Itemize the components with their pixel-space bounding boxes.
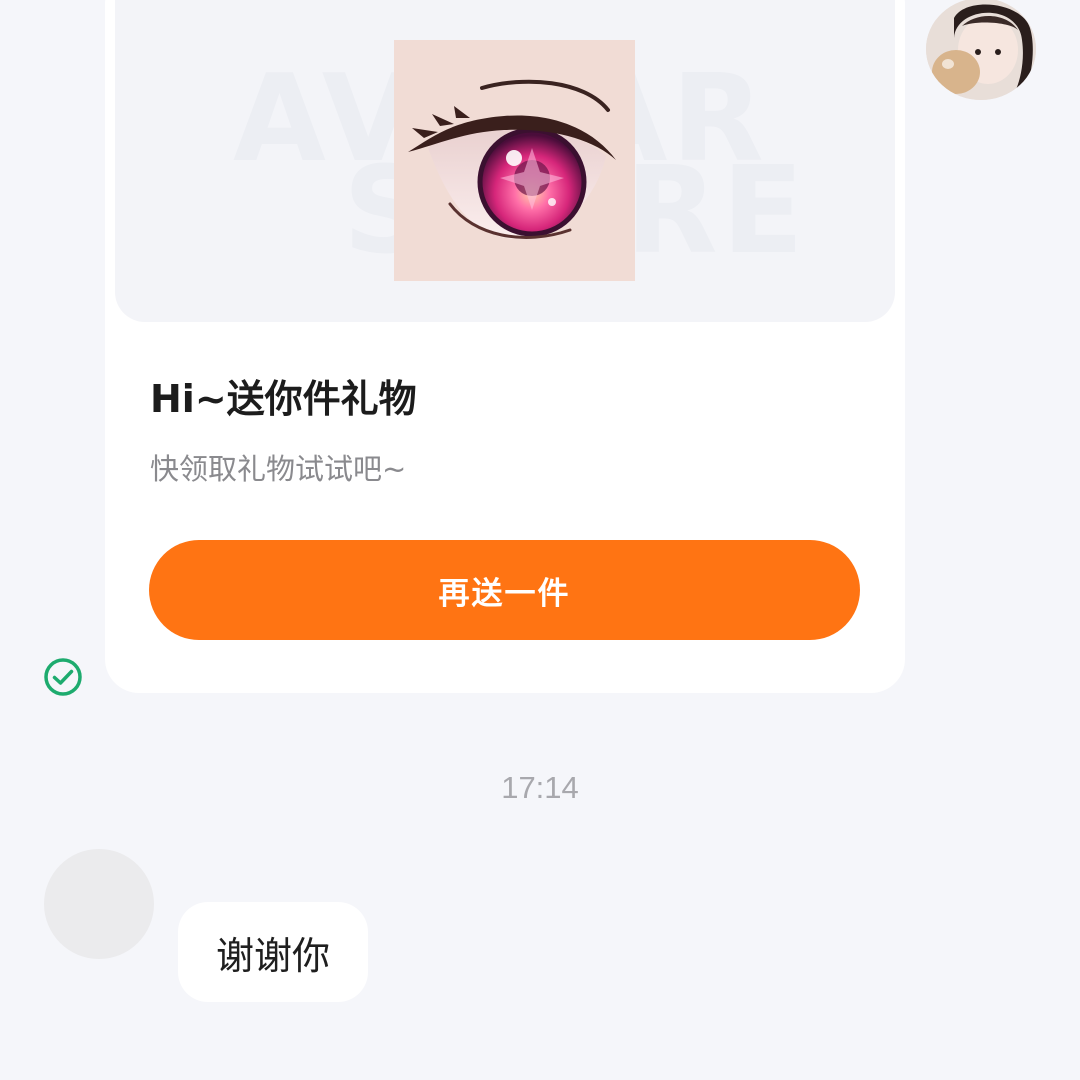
avatar-photo — [926, 0, 1036, 100]
incoming-message-text: 谢谢你 — [216, 933, 331, 978]
gift-subtitle: 快领取礼物试试吧~ — [150, 452, 407, 486]
message-timestamp: 17:14 — [501, 770, 579, 805]
self-avatar[interactable] — [926, 0, 1036, 100]
anime-eye-icon[interactable] — [394, 40, 635, 281]
incoming-message-bubble[interactable]: 谢谢你 — [178, 902, 369, 1002]
peer-avatar[interactable] — [44, 849, 154, 959]
chat-screen: AVATAR STORE — [0, 0, 1080, 1080]
check-circle-icon — [43, 657, 83, 697]
send-another-gift-button[interactable]: 再送一件 — [149, 540, 860, 640]
gift-title: Hi~送你件礼物 — [150, 377, 417, 421]
gift-banner: AVATAR STORE — [115, 0, 895, 322]
gift-card-message[interactable]: AVATAR STORE — [105, 0, 905, 693]
anime-eye-graphic — [394, 40, 635, 281]
